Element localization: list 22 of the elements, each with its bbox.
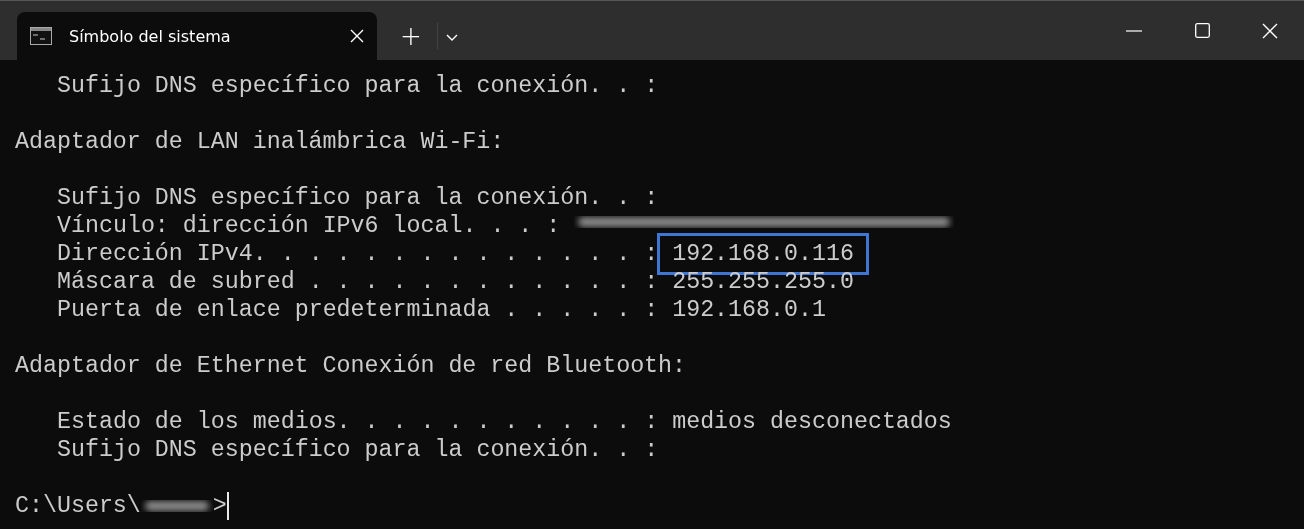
tab-title: Símbolo del sistema (69, 26, 232, 46)
field-label: Puerta de enlace predeterminada . . . . . : (57, 296, 659, 324)
field-label: Dirección IPv4. . . . . . . . . . . . . . : (57, 240, 659, 268)
field-label: Sufijo DNS específico para la conexión. . : (57, 184, 659, 212)
field-label: Máscara de subred . . . . . . . . . . . . : (57, 268, 659, 296)
field-label: Estado de los medios. . . . . . . . . . . : (57, 408, 659, 436)
text-cursor (226, 492, 229, 520)
new-tab-button[interactable]: + (393, 18, 429, 54)
field-value: 192.168.0.1 (671, 296, 827, 325)
field-label: Sufijo DNS específico para la conexión. . : (57, 72, 659, 100)
adapter-heading: Adaptador de Ethernet Conexión de red Bluetooth: (15, 352, 687, 380)
adapter-heading: Adaptador de LAN inalámbrica Wi-Fi: (15, 128, 505, 156)
field-label: Vínculo: dirección IPv6 local. . . : (57, 212, 561, 240)
close-tab-icon[interactable] (350, 29, 364, 43)
field-value: medios desconectados (671, 408, 953, 437)
prompt-path: C:\Users\ (15, 492, 141, 520)
chevron-down-icon[interactable] (446, 34, 458, 42)
terminal-icon (30, 27, 52, 45)
tab[interactable]: Símbolo del sistema (17, 12, 377, 60)
field-value: 255.255.255.0 (671, 268, 855, 297)
prompt-symbol: > (212, 492, 227, 520)
field-label: Sufijo DNS específico para la conexión. . : (57, 436, 659, 464)
